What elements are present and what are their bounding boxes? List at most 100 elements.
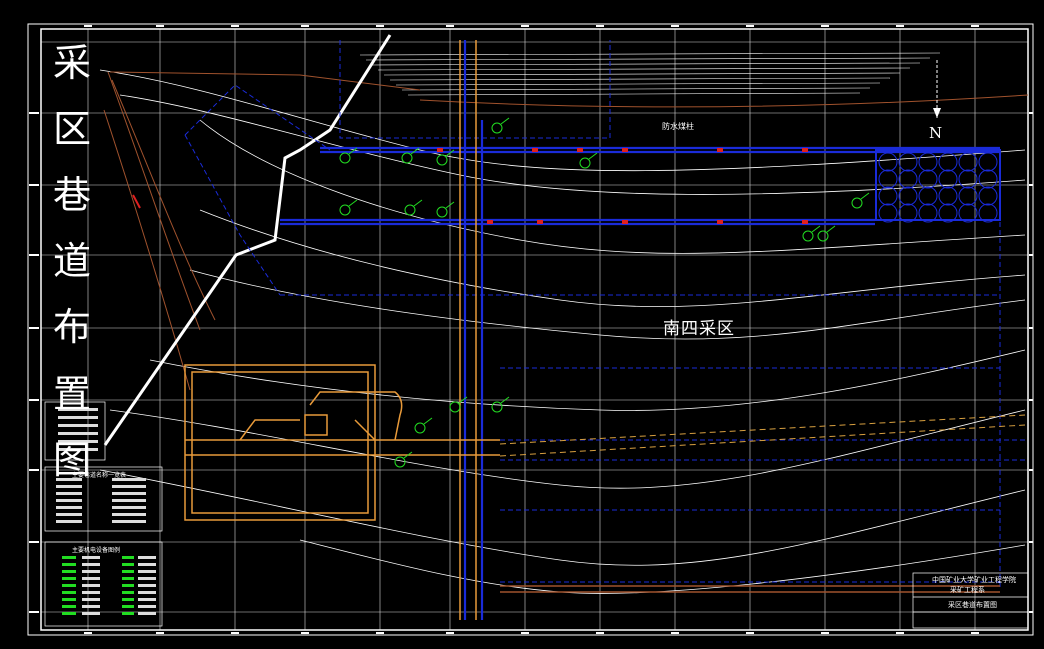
legend-text — [138, 556, 156, 559]
roadway-marker — [577, 148, 583, 152]
roadway-marker — [532, 148, 538, 152]
equipment-icon — [817, 230, 829, 242]
tick — [671, 632, 679, 634]
equipment-icon — [802, 230, 814, 242]
hatch-line — [401, 87, 871, 91]
title-char: 巷 — [52, 173, 91, 218]
legend-text — [82, 577, 100, 580]
tick — [596, 632, 604, 634]
tick — [376, 632, 384, 634]
legend-symbol — [122, 577, 134, 580]
legend-symbol — [122, 612, 134, 615]
tick — [821, 632, 829, 634]
tick — [1029, 611, 1033, 613]
tick — [301, 632, 309, 634]
goaf-cell — [878, 152, 898, 172]
equipment-icon — [339, 152, 351, 164]
tick — [29, 541, 39, 543]
goaf-cell — [978, 152, 998, 172]
table-cell — [112, 506, 146, 509]
goaf-cell — [918, 186, 938, 206]
equipment-leader — [348, 199, 358, 207]
equipment-icon — [851, 197, 863, 209]
goaf-cell — [898, 152, 918, 172]
hatch-line — [371, 62, 921, 66]
legend-symbol — [122, 563, 134, 566]
mine-layout-drawing — [27, 23, 1034, 636]
legend-text — [138, 605, 156, 608]
legend-text — [82, 612, 100, 615]
table-cell — [112, 499, 146, 502]
roadway-marker — [802, 148, 808, 152]
goaf-cell — [958, 152, 978, 172]
legend-symbol — [62, 612, 76, 615]
hatch-line — [377, 67, 911, 71]
tick — [1029, 469, 1033, 471]
equipment-icon — [579, 157, 591, 169]
equipment-leader — [826, 225, 836, 233]
tick — [231, 25, 239, 27]
goaf-cell — [898, 186, 918, 206]
tick — [29, 327, 39, 329]
goaf-pattern — [878, 152, 998, 223]
title-char: 采 — [52, 41, 91, 85]
roadway-marker — [487, 220, 493, 224]
legend-symbol — [62, 598, 76, 601]
planned-roadways — [184, 40, 1025, 590]
tick — [521, 632, 529, 634]
inner-frame — [40, 28, 1029, 631]
equipment-leader — [811, 225, 821, 233]
goaf-cell — [978, 186, 998, 206]
table-cell — [56, 520, 82, 523]
tick — [971, 25, 979, 27]
equipment-leader — [413, 199, 423, 207]
tick — [1029, 541, 1033, 543]
legend-text — [82, 591, 100, 594]
title-char: 置 — [52, 371, 91, 416]
tick — [1029, 184, 1033, 186]
hatch-line — [365, 57, 931, 61]
roadway-marker — [717, 220, 723, 224]
goaf-cell — [878, 186, 898, 206]
legend-text — [138, 584, 156, 587]
title-block-school: 中国矿业大学矿业工程学院 — [932, 576, 1016, 584]
roadways — [280, 40, 1000, 620]
tick — [29, 254, 39, 256]
hatch-line — [359, 52, 941, 56]
title-char: 道 — [52, 239, 91, 284]
legend-text — [82, 556, 100, 559]
table-cell — [112, 520, 146, 523]
tick — [156, 25, 164, 27]
shaft-bottom-yard — [184, 40, 500, 620]
fault-mark — [132, 194, 141, 209]
roadway-marker — [622, 148, 628, 152]
area-label: 南四采区 — [663, 319, 735, 339]
tick — [521, 25, 529, 27]
legend-symbol — [62, 584, 76, 587]
tick — [1029, 254, 1033, 256]
table-cell — [112, 485, 146, 488]
equipment-leader — [588, 152, 598, 160]
title-char: 图 — [52, 437, 91, 482]
tick — [29, 399, 39, 401]
equipment-icon — [404, 204, 416, 216]
equipment-icon — [436, 206, 448, 218]
legend-text — [138, 577, 156, 580]
legend-text — [82, 570, 100, 573]
table-cell — [56, 499, 82, 502]
legend-symbol — [62, 577, 76, 580]
goaf-cell — [918, 152, 938, 172]
coordinate-grid — [41, 29, 1028, 630]
tick — [29, 611, 39, 613]
roadway-marker — [437, 148, 443, 152]
legend-text — [82, 605, 100, 608]
tick — [1029, 327, 1033, 329]
tick — [84, 25, 92, 27]
tick — [29, 469, 39, 471]
equipment-icon — [491, 401, 503, 413]
seam-boundary-lines — [103, 71, 1029, 391]
title-block-drawing-name: 采区巷道布置图 — [948, 601, 997, 609]
equipment-leader — [860, 192, 870, 200]
tick — [156, 632, 164, 634]
equipment-leader — [423, 417, 433, 425]
